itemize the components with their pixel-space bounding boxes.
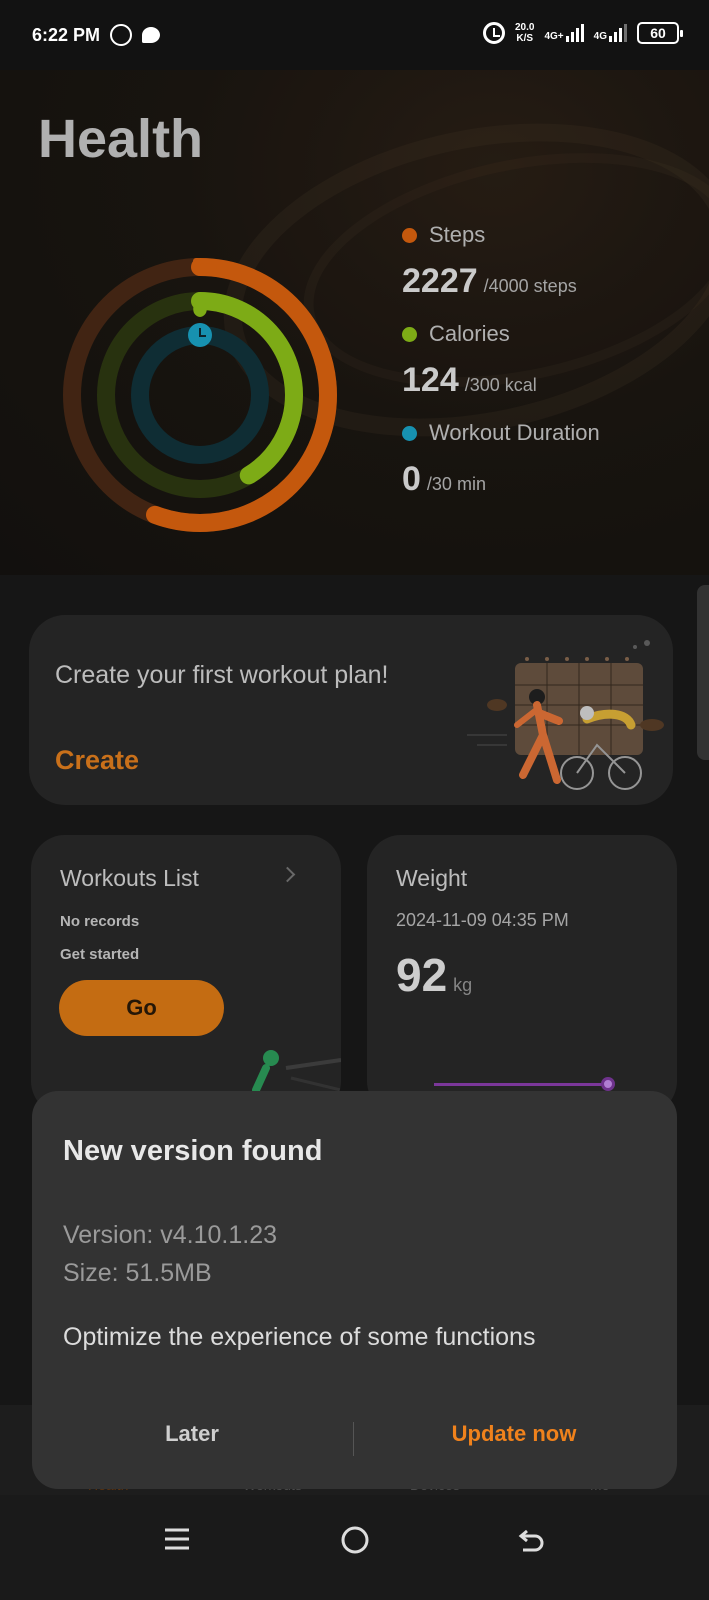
whatsapp-icon	[110, 24, 132, 46]
network-speed: 20.0 K/S	[515, 22, 535, 44]
dialog-version: Version: v4.10.1.23	[63, 1221, 278, 1249]
signal-bars-icon	[609, 24, 627, 42]
menu-icon[interactable]	[163, 1525, 191, 1553]
back-icon[interactable]	[517, 1525, 547, 1555]
system-nav-bar	[0, 1495, 709, 1600]
status-right: 20.0 K/S 4G+ 4G 60	[483, 22, 683, 44]
alarm-icon	[483, 22, 505, 44]
later-button[interactable]: Later	[32, 1421, 352, 1447]
signal-bars-icon	[565, 24, 584, 42]
battery-icon: 60	[637, 22, 683, 44]
dialog-size: Size: 51.5MB	[63, 1259, 212, 1287]
status-bar: 6:22 PM 20.0 K/S 4G+ 4G 60	[0, 0, 709, 70]
update-dialog: New version found Version: v4.10.1.23 Si…	[32, 1091, 677, 1489]
dialog-description: Optimize the experience of some function…	[63, 1323, 536, 1351]
notification-icons	[110, 24, 160, 46]
dialog-title: New version found	[63, 1135, 323, 1167]
update-now-button[interactable]: Update now	[354, 1421, 674, 1447]
signal-2: 4G	[594, 24, 627, 42]
signal-1: 4G+	[544, 24, 584, 42]
chat-bubble-icon	[142, 27, 160, 43]
home-icon[interactable]	[340, 1525, 370, 1555]
status-time: 6:22 PM	[32, 25, 101, 45]
